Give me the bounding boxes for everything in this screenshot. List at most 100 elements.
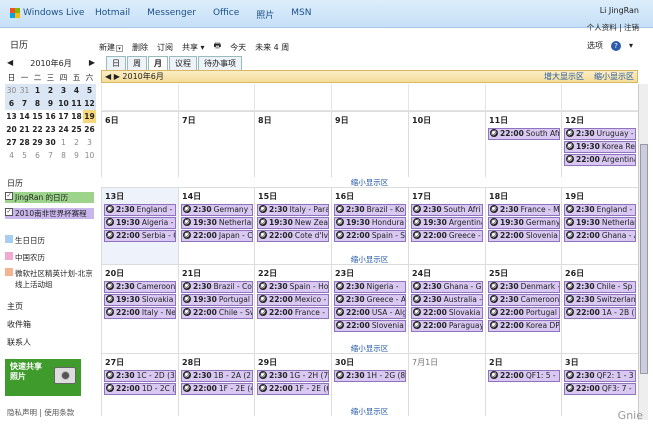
- calendar-event[interactable]: 22:00 Paraguay: [411, 320, 483, 332]
- mini-day[interactable]: 26: [83, 123, 96, 136]
- calendar-event[interactable]: 22:00 Mexico -: [257, 294, 329, 306]
- mini-day[interactable]: 11: [70, 97, 83, 110]
- user-links[interactable]: 个人资料 | 注销: [587, 22, 639, 33]
- mini-day[interactable]: 21: [18, 123, 31, 136]
- day-cell[interactable]: 30日 2:30 1H - 2G (8: [331, 353, 408, 416]
- calendar-item[interactable]: 微软社区精英计划-北京线上活动组: [5, 268, 94, 290]
- day-cell[interactable]: 20日 2:30 Cameroon 19:30 Slovakia 22:00 Italy -…: [101, 264, 178, 353]
- options-button[interactable]: 选项: [587, 40, 603, 51]
- calendar-event[interactable]: 22:00 France -: [257, 307, 329, 319]
- prev-icon[interactable]: ◀: [105, 72, 111, 81]
- mini-day[interactable]: 30: [44, 136, 57, 149]
- day-cell[interactable]: 3日 2:30 QF2: 1 - 3 22:00 QF3: 7 -: [561, 353, 638, 416]
- day-cell[interactable]: 12日 2:30 Uruguay - 19:30 Korea Re 22:00 Argen…: [561, 111, 638, 177]
- calendar-event[interactable]: 22:00 USA - Alg: [334, 307, 406, 319]
- top-nav-item[interactable]: MSN: [291, 8, 311, 21]
- calendar-event[interactable]: 19:30 Hondura: [334, 217, 406, 229]
- calendar-event[interactable]: 22:00 Portugal: [488, 307, 560, 319]
- calendar-item[interactable]: ✓ JingRan 的日历: [5, 192, 94, 203]
- calendar-event[interactable]: 19:30 Netherlan: [564, 217, 636, 229]
- calendar-event[interactable]: 22:00 1F - 2E (6: [257, 383, 329, 395]
- mini-day[interactable]: 4: [70, 84, 83, 97]
- calendar-event[interactable]: 2:30 Greece - A: [334, 294, 406, 306]
- mini-day[interactable]: 12: [83, 97, 96, 110]
- mini-day[interactable]: 3: [83, 136, 96, 149]
- mini-day[interactable]: 22: [31, 123, 44, 136]
- mini-day[interactable]: 10: [57, 97, 70, 110]
- calendar-event[interactable]: 19:30 Germany: [488, 217, 560, 229]
- today-button[interactable]: 今天: [230, 42, 246, 53]
- day-cell[interactable]: 27日 2:30 1C - 2D (3 22:00 1D - 2C (: [101, 353, 178, 416]
- calendar-event[interactable]: 22:00 Serbia - G: [104, 230, 176, 242]
- day-cell[interactable]: 17日 2:30 South Afri 19:30 Argentina 22:00 Gree…: [408, 187, 485, 264]
- calendar-event[interactable]: 22:00 Slovakia -: [411, 307, 483, 319]
- windows-live-logo[interactable]: Windows Live: [10, 8, 84, 18]
- user-name[interactable]: Li JingRan: [600, 6, 639, 15]
- left-link[interactable]: 收件箱: [7, 319, 31, 330]
- day-cell[interactable]: 24日 2:30 Ghana - G 2:30 Australia -22:00 Slov…: [408, 264, 485, 353]
- calendar-event[interactable]: 2:30 Germany -: [181, 204, 253, 216]
- calendar-event[interactable]: 22:00 Ghana - A: [564, 230, 636, 242]
- share-button[interactable]: 共享 ▾: [182, 42, 205, 53]
- day-cell[interactable]: 21日 2:30 Brazil - Co 19:30 Portugal 22:00 Chi…: [178, 264, 255, 353]
- mini-day[interactable]: 31: [18, 84, 31, 97]
- calendar-event[interactable]: 22:00 QF1: 5 -: [488, 370, 560, 382]
- calendar-event[interactable]: 2:30 Brazil - Co: [181, 281, 253, 293]
- calendar-event[interactable]: 2:30 Italy - Para: [257, 204, 329, 216]
- dropdown-arrow-icon[interactable]: ▾: [116, 44, 123, 52]
- promo-banner[interactable]: 快速共享照片: [5, 359, 81, 396]
- calendar-event[interactable]: 22:00 Spain - S: [334, 230, 406, 242]
- day-cell[interactable]: 13日 2:30 England - 19:30 Algeria - 22:00 Ser…: [101, 187, 178, 264]
- mini-day[interactable]: 13: [5, 110, 18, 123]
- mini-day[interactable]: 5: [83, 84, 96, 97]
- new-button[interactable]: 新建 ▾: [99, 42, 123, 53]
- day-cell[interactable]: 7月1日: [408, 353, 485, 416]
- mini-day[interactable]: 5: [18, 149, 31, 162]
- day-cell[interactable]: 6日: [101, 111, 178, 177]
- day-cell[interactable]: 9日: [331, 111, 408, 177]
- scrollbar-thumb[interactable]: [640, 144, 648, 374]
- calendar-event[interactable]: 22:00 1A - 2B (: [564, 307, 636, 319]
- calendar-event[interactable]: 22:00 Slovenia: [334, 320, 406, 332]
- mini-day[interactable]: 16: [44, 110, 57, 123]
- tab-2[interactable]: 月: [148, 56, 168, 70]
- print-icon[interactable]: 🖶: [214, 40, 222, 54]
- zoom-in-button[interactable]: 增大显示区: [544, 71, 584, 82]
- zoom-out-button[interactable]: 缩小显示区: [594, 71, 634, 82]
- top-nav-item[interactable]: 照片: [256, 8, 274, 21]
- subscribe-button[interactable]: 订阅: [157, 42, 173, 53]
- mini-day[interactable]: 24: [57, 123, 70, 136]
- calendar-event[interactable]: 2:30 1B - 2A (2: [181, 370, 253, 382]
- help-dropdown-icon[interactable]: ▾: [629, 41, 633, 50]
- calendar-event[interactable]: 2:30 Cameroon: [104, 281, 176, 293]
- day-cell[interactable]: 22日 2:30 Spain - Ho 22:00 Mexico - 22:00 Fran…: [254, 264, 331, 353]
- tab-4[interactable]: 待办事项: [198, 56, 242, 70]
- calendar-event[interactable]: 22:00 1F - 2E (4: [181, 383, 253, 395]
- calendar-event[interactable]: 2:30 England -: [104, 204, 176, 216]
- calendar-event[interactable]: 19:30 Korea Re: [564, 141, 636, 153]
- mini-day[interactable]: 15: [31, 110, 44, 123]
- mini-day[interactable]: 28: [18, 136, 31, 149]
- footer-links[interactable]: 隐私声明 | 使用条款: [7, 407, 74, 418]
- mini-day[interactable]: 7: [44, 149, 57, 162]
- left-link[interactable]: 主页: [7, 301, 23, 312]
- mini-day[interactable]: 4: [5, 149, 18, 162]
- calendar-item[interactable]: 生日日历: [5, 235, 94, 246]
- calendar-event[interactable]: 2:30 Australia -: [411, 294, 483, 306]
- mini-day[interactable]: 18: [70, 110, 83, 123]
- mini-day[interactable]: 9: [44, 97, 57, 110]
- calendar-event[interactable]: 19:30 Argentina: [411, 217, 483, 229]
- next-icon[interactable]: ▶: [114, 72, 120, 81]
- tab-0[interactable]: 日: [106, 56, 126, 70]
- mini-day[interactable]: 29: [31, 136, 44, 149]
- calendar-event[interactable]: 2:30 Uruguay -: [564, 128, 636, 140]
- calendar-event[interactable]: 22:00 Argentina: [564, 154, 636, 166]
- calendar-event[interactable]: 2:30 1G - 2H (7: [257, 370, 329, 382]
- mini-day[interactable]: 9: [70, 149, 83, 162]
- mini-day[interactable]: 17: [57, 110, 70, 123]
- calendar-event[interactable]: 22:00 Slovenia: [488, 230, 560, 242]
- day-cell[interactable]: 19日 2:30 England -19:30 Netherlan 22:00 Ghana…: [561, 187, 638, 264]
- calendar-event[interactable]: 2:30 Ghana - G: [411, 281, 483, 293]
- mini-day[interactable]: 6: [31, 149, 44, 162]
- mini-day[interactable]: 1: [57, 136, 70, 149]
